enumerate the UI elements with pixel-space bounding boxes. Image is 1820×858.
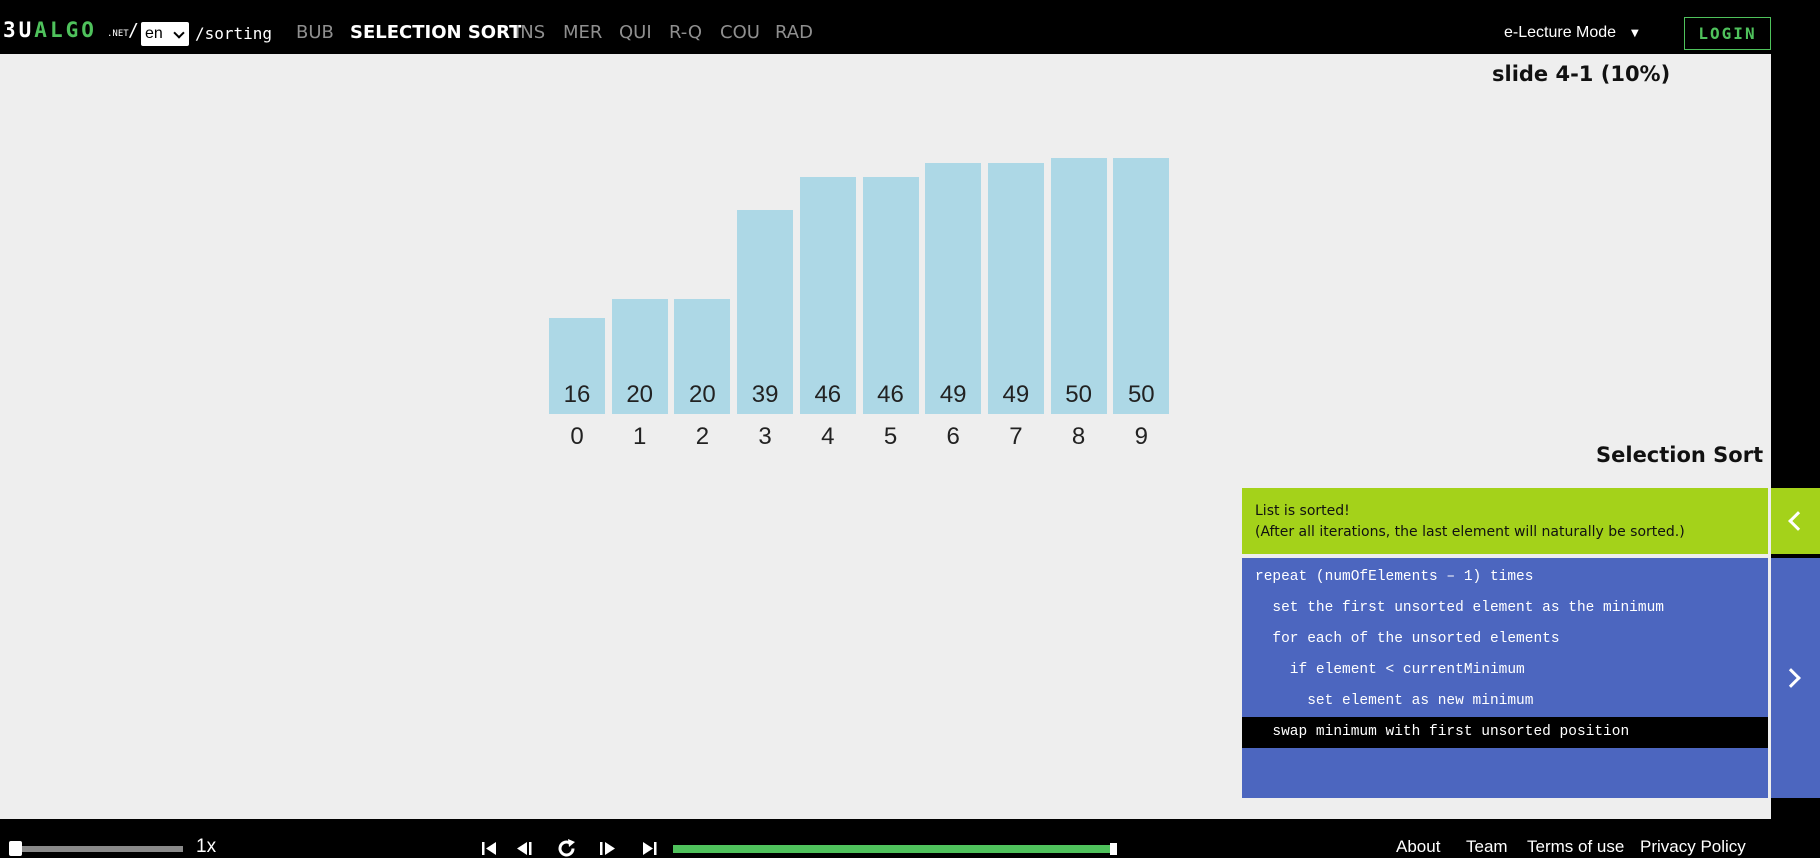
progress-handle[interactable] — [1110, 843, 1117, 855]
replay-icon[interactable] — [556, 838, 578, 858]
speed-label: 1x — [196, 836, 217, 857]
nav-bub[interactable]: BUB — [296, 22, 334, 43]
logo-green: ALGO — [34, 18, 97, 42]
footer-link-team[interactable]: Team — [1466, 837, 1508, 857]
pseudocode-panel: repeat (numOfElements – 1) times set the… — [1242, 558, 1768, 798]
bar-value-label: 46 — [877, 381, 904, 408]
bar-value-label: 49 — [939, 381, 967, 408]
chart-bar — [862, 176, 919, 414]
skip-to-end-icon[interactable] — [639, 838, 661, 858]
code-line: set element as new minimum — [1255, 693, 1534, 709]
step-forward-icon[interactable] — [597, 838, 619, 858]
code-line: set the first unsorted element as the mi… — [1255, 600, 1664, 616]
footer-link-privacy[interactable]: Privacy Policy — [1640, 837, 1746, 857]
slide-indicator: slide 4-1 (10%) — [1492, 62, 1671, 86]
speed-slider-handle[interactable] — [9, 841, 22, 856]
bar-index-label: 0 — [570, 423, 584, 450]
code-line: repeat (numOfElements – 1) times — [1255, 569, 1534, 585]
chart-bar — [799, 176, 856, 414]
bar-index-label: 6 — [946, 423, 960, 450]
nav-qui[interactable]: QUI — [619, 22, 652, 43]
chevron-left-icon — [1788, 511, 1808, 531]
chart-bar — [925, 162, 982, 414]
bar-value-label: 16 — [563, 381, 591, 408]
collapse-panel-button[interactable] — [1771, 488, 1820, 554]
top-navigation-bar: ЗUALGO .NET / en /sorting BUB SELECTION … — [0, 4, 1820, 54]
status-line: List is sorted! — [1255, 503, 1350, 519]
chevron-right-icon — [1781, 668, 1801, 688]
bar-index-label: 7 — [1009, 423, 1023, 450]
bar-index-label: 1 — [633, 423, 647, 450]
chevron-down-icon — [173, 27, 185, 39]
bar-index-label: 5 — [883, 423, 898, 450]
nav-selection-sort[interactable]: SELECTION SORT — [350, 22, 521, 43]
nav-rad[interactable]: RAD — [775, 22, 813, 43]
chart-bar — [1113, 158, 1170, 414]
bar-index-label: 3 — [758, 423, 772, 450]
nav-cou[interactable]: COU — [720, 22, 760, 43]
nav-ins[interactable]: INS — [515, 22, 545, 43]
code-line-highlighted: swap minimum with first unsorted positio… — [1242, 717, 1768, 748]
logo-tld: .NET — [107, 29, 129, 39]
site-logo[interactable]: ЗUALGO — [3, 18, 97, 42]
animation-progress-bar[interactable] — [673, 845, 1117, 853]
bar-value-label: 49 — [1002, 381, 1030, 408]
status-line: (After all iterations, the last element … — [1255, 524, 1685, 540]
bar-value-label: 20 — [626, 381, 654, 408]
nav-mer[interactable]: MER — [563, 22, 602, 43]
skip-to-start-icon[interactable] — [479, 838, 501, 858]
chart-bar — [987, 162, 1044, 414]
next-slide-button[interactable] — [1771, 558, 1820, 798]
bar-value-label: 50 — [1065, 381, 1092, 408]
bar-index-label: 8 — [1071, 423, 1086, 450]
status-panel: List is sorted! (After all iterations, t… — [1242, 488, 1768, 554]
lecture-mode-dropdown[interactable]: e-Lecture Mode — [1504, 24, 1616, 42]
language-value: en — [145, 25, 163, 42]
algorithm-title: Selection Sort — [1596, 443, 1764, 467]
bar-value-label: 50 — [1127, 381, 1155, 408]
bar-value-label: 46 — [814, 381, 842, 408]
language-select[interactable]: en — [141, 22, 189, 46]
logo-prefix: ЗU — [3, 18, 35, 42]
footer-link-terms[interactable]: Terms of use — [1527, 837, 1624, 857]
bar-index-label: 4 — [821, 423, 835, 450]
chart-bar — [1050, 158, 1107, 414]
speed-slider[interactable] — [11, 846, 183, 852]
code-line: if element < currentMinimum — [1255, 662, 1525, 678]
code-line: for each of the unsorted elements — [1255, 631, 1560, 647]
caret-down-icon: ▼ — [1631, 28, 1639, 39]
path-separator: / — [128, 20, 139, 41]
url-path: /sorting — [195, 24, 273, 43]
bar-index-label: 2 — [695, 423, 710, 450]
footer-link-about[interactable]: About — [1396, 837, 1440, 857]
nav-r-q[interactable]: R-Q — [669, 22, 702, 43]
login-button[interactable]: LOGIN — [1684, 17, 1771, 50]
bar-index-label: 9 — [1134, 423, 1148, 450]
step-back-icon[interactable] — [514, 838, 536, 858]
bar-value-label: 39 — [751, 381, 779, 408]
bar-value-label: 20 — [689, 381, 716, 408]
